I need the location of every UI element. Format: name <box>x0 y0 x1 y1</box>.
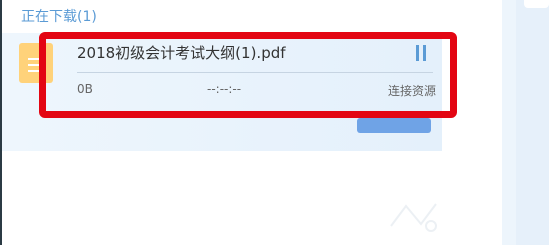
right-top-card <box>524 0 549 8</box>
watermark-icon <box>390 203 437 232</box>
highlight-box <box>39 32 457 118</box>
right-strip <box>516 0 549 245</box>
downloading-heading: 正在下载(1) <box>21 9 97 25</box>
partially-hidden-button[interactable] <box>357 118 431 133</box>
